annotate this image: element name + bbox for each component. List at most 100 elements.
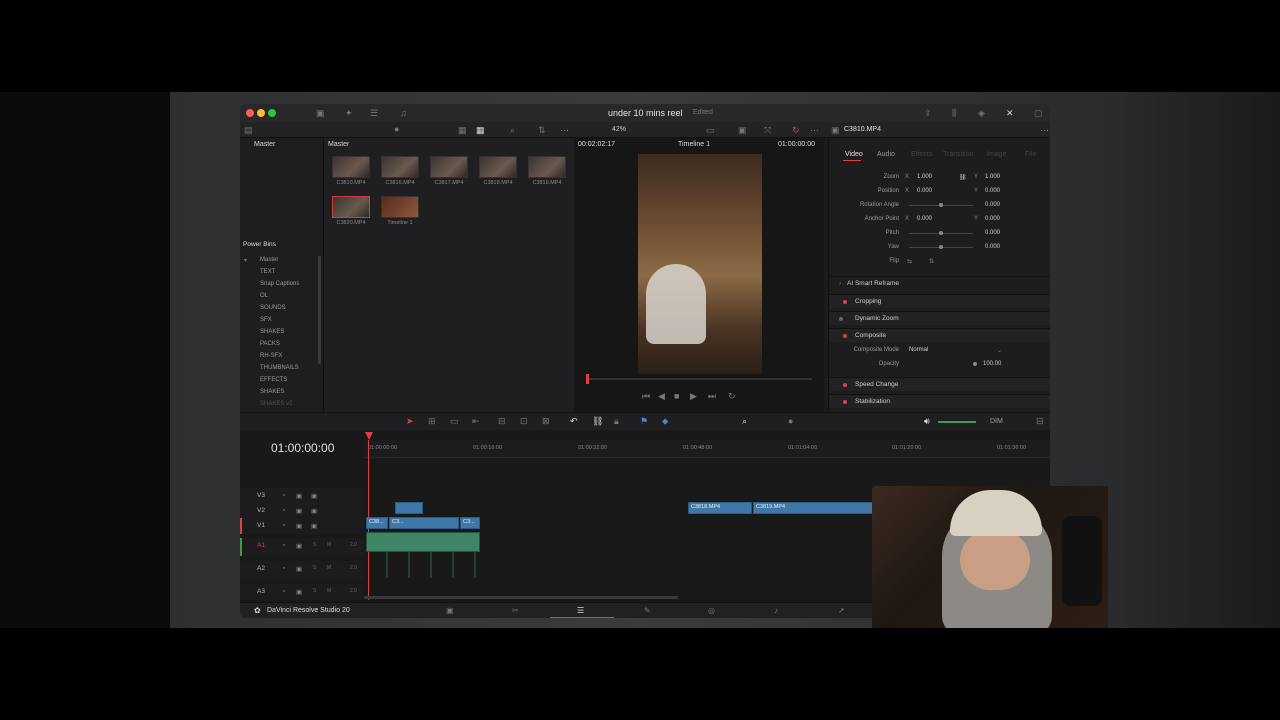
viewer-mode-icon[interactable]: ▭ [706,125,715,136]
selection-tool-icon[interactable]: ➤ [406,416,414,427]
sidebar-item-thumbnails[interactable]: THUMBNAILS [260,365,299,371]
lock-icon[interactable]: ▪ [283,588,285,595]
sound-library-icon[interactable]: ♫ [400,108,407,118]
auto-select-icon[interactable]: ▣ [296,542,302,550]
fit-to-fill-icon[interactable]: ⊠ [542,416,550,427]
flip-horizontal-icon[interactable]: ⇆ [907,258,912,265]
section-dynamic-zoom[interactable]: Dynamic Zoom [829,311,1050,325]
lock-icon[interactable]: ▪ [283,492,285,499]
sidebar-item-packs[interactable]: PACKS [260,341,280,347]
sidebar-toggle-icon[interactable]: ▤ [244,125,253,136]
section-composite[interactable]: Composite [829,328,1050,342]
track-visibility-icon[interactable]: ▣ [311,522,317,530]
more-options-icon[interactable]: ⋯ [560,125,569,136]
lock-icon[interactable]: ▪ [283,507,285,514]
blade-tool-icon[interactable]: ▭ [450,416,459,427]
metadata-icon[interactable]: ◈ [978,108,985,119]
auto-select-icon[interactable]: ▣ [296,565,302,573]
auto-select-icon[interactable]: ▣ [296,588,302,596]
zoom-x-field[interactable]: 1.000 [917,174,932,180]
dim-button[interactable]: DIM [990,418,1003,425]
section-ai-smart-reframe[interactable]: › AI Smart Reframe [829,276,1050,290]
inspector-options-icon[interactable]: ⋯ [1040,125,1049,136]
clip-thumbnail-selected[interactable] [332,196,370,218]
zoom-icon[interactable]: ⌕ [742,416,747,427]
chevron-down-icon[interactable]: ⌄ [997,347,1002,354]
timeline-thumbnail[interactable] [381,196,419,218]
tab-audio[interactable]: Audio [877,151,895,158]
export-icon[interactable]: ⇪ [924,108,932,119]
transform-icon[interactable]: ⤧ [764,125,771,136]
chevron-down-icon[interactable]: ▾ [244,257,247,264]
sidebar-item-shakes-2[interactable]: SHAKES [260,389,284,395]
replace-icon[interactable]: ⊡ [520,416,528,427]
loop-playback-icon[interactable]: ↻ [728,391,736,402]
solo-button[interactable]: S [313,588,316,594]
effects-icon[interactable]: ✦ [345,108,353,119]
timeline-clip[interactable]: C38... [366,517,388,529]
lock-icon[interactable]: ▪ [283,565,285,572]
minimize-window-button[interactable] [257,109,265,117]
auto-select-icon[interactable]: ▣ [296,507,302,515]
sidebar-item-rh-sfx[interactable]: RH-SFX [260,353,282,359]
link-icon[interactable]: ⛓ [959,174,967,181]
sidebar-item-snap-captions[interactable]: Snap Captions [260,281,299,287]
tab-video[interactable]: Video [845,151,863,158]
stop-icon[interactable]: ■ [674,391,679,401]
linked-selection-icon[interactable]: ⛓ [592,416,603,427]
maximize-window-button[interactable] [268,109,276,117]
media-pool-icon[interactable]: ▣ [316,108,325,119]
tab-image[interactable]: Image [987,151,1006,158]
cut-page-icon[interactable]: ✂ [512,606,519,615]
color-page-icon[interactable]: ◎ [708,606,715,615]
insert-icon[interactable]: ⇤ [472,416,480,427]
mute-button[interactable]: M [327,542,331,548]
fairlight-page-icon[interactable]: ♪ [774,606,778,615]
destination-indicator[interactable] [240,538,242,556]
rotation-field[interactable]: 0.000 [985,202,1000,208]
track-visibility-icon[interactable]: ▣ [311,492,317,500]
viewer-zoom[interactable]: 42% [612,126,626,133]
clip-thumbnail[interactable] [479,156,517,178]
tab-file[interactable]: File [1025,151,1036,158]
opacity-field[interactable]: 100.00 [983,361,1001,367]
tab-transition[interactable]: Transition [943,151,973,158]
flip-vertical-icon[interactable]: ⇅ [929,258,934,265]
volume-icon[interactable]: 🔊︎ [924,416,930,427]
lock-icon[interactable]: 🔒︎ [614,416,619,427]
timeline-view-options-icon[interactable]: ⊟ [1036,416,1044,427]
sidebar-scrollbar[interactable] [318,256,321,364]
timeline-clip[interactable] [395,502,423,514]
enabled-dot-icon[interactable] [843,400,847,404]
enabled-dot-icon[interactable] [843,300,847,304]
enabled-dot-icon[interactable] [843,334,847,338]
track-visibility-icon[interactable]: ▣ [311,507,317,515]
auto-select-icon[interactable]: ▣ [296,522,302,530]
fusion-page-icon[interactable]: ✎ [644,606,651,615]
scrubber-bar[interactable] [586,378,812,380]
yaw-slider-thumb[interactable] [939,245,943,249]
scrubber-playhead[interactable] [586,374,589,384]
timeline-clip[interactable]: C3... [389,517,459,529]
skip-to-start-icon[interactable]: ⏮ [642,391,650,402]
fullscreen-icon[interactable]: ▢ [1034,108,1043,119]
position-y-field[interactable]: 0.000 [985,188,1000,194]
audio-clip[interactable] [366,532,480,552]
sidebar-item-sounds[interactable]: SOUNDS [260,305,286,311]
viewer-options-icon[interactable]: ⋯ [810,125,819,136]
sidebar-item-shakes[interactable]: SHAKES [260,329,284,335]
section-cropping[interactable]: Cropping [829,294,1050,308]
deliver-page-icon[interactable]: ➚ [838,606,845,615]
loop-icon[interactable]: ↻ [792,125,800,136]
sidebar-item-ol[interactable]: OL [260,293,268,299]
lock-icon[interactable]: ▪ [283,522,285,529]
sidebar-item-text[interactable]: TEXT [260,269,275,275]
anchor-x-field[interactable]: 0.000 [917,216,932,222]
disabled-dot-icon[interactable] [839,317,843,321]
mixer-icon[interactable]: ⫼ [952,108,956,119]
section-stabilization[interactable]: Stabilization [829,394,1050,408]
skip-to-end-icon[interactable]: ⏭ [708,391,716,402]
sidebar-item-effects[interactable]: EFFECTS [260,377,287,383]
mute-button[interactable]: M [327,565,331,571]
playhead-marker[interactable] [365,432,373,440]
